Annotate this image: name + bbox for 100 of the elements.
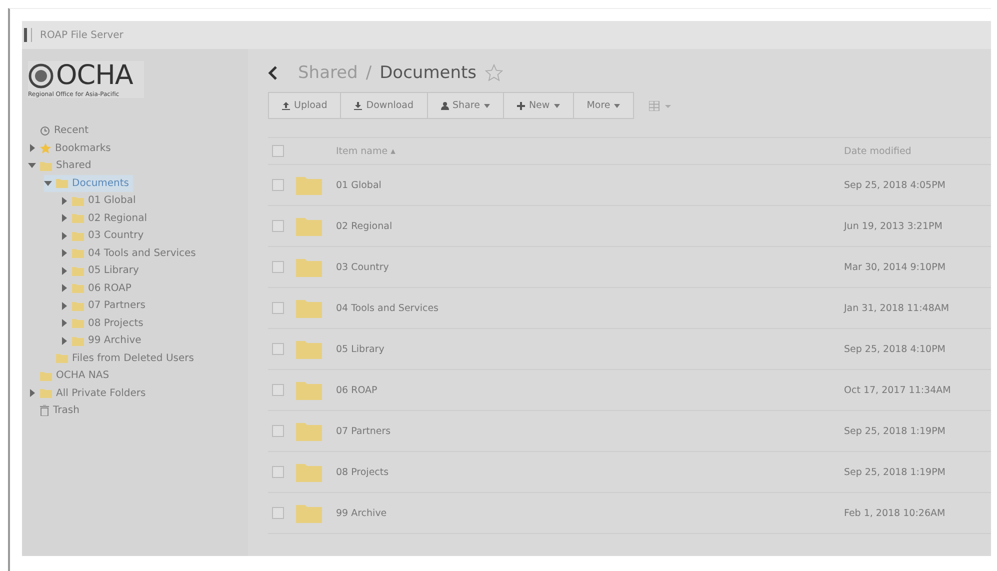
date-cell: Jun 19, 2013 3:21PM	[844, 220, 942, 232]
tree-item[interactable]: All Private Folders	[28, 384, 150, 402]
tree-item[interactable]: 04 Tools and Services	[60, 244, 200, 262]
collapsed-arrow-icon[interactable]	[62, 284, 66, 292]
collapsed-arrow-icon[interactable]	[62, 232, 66, 240]
file-name[interactable]: 08 Projects	[336, 466, 389, 478]
file-name[interactable]: 03 Country	[336, 262, 389, 272]
folder-icon	[296, 175, 322, 195]
tree-item[interactable]: 02 Regional	[60, 210, 152, 227]
folder-icon	[72, 230, 84, 241]
folder-icon	[72, 336, 84, 346]
file-name[interactable]: 07 Partners	[336, 426, 391, 436]
toolbar-button[interactable]: More	[572, 92, 634, 119]
file-name[interactable]: 05 Library	[336, 344, 384, 354]
caret-icon	[554, 104, 560, 108]
breadcrumb-link[interactable]: Shared	[298, 63, 358, 83]
expanded-arrow-icon[interactable]	[44, 180, 52, 186]
folder-icon	[40, 160, 52, 171]
checkbox[interactable]	[272, 466, 284, 478]
date-cell: Feb 1, 2018 10:26AM	[844, 508, 946, 518]
folder-icon	[296, 339, 322, 359]
folder-icon	[72, 283, 84, 294]
file-name[interactable]: 99 Archive	[336, 508, 387, 518]
checkbox[interactable]	[272, 343, 284, 355]
collapsed-arrow-icon[interactable]	[62, 319, 66, 328]
collapsed-arrow-icon[interactable]	[62, 196, 66, 205]
checkbox[interactable]	[272, 384, 284, 396]
file-name[interactable]: 04 Tools and Services	[336, 302, 438, 314]
folder-icon	[40, 388, 52, 398]
folder-icon	[296, 298, 322, 318]
caret-icon	[484, 104, 490, 108]
back-icon[interactable]	[268, 66, 278, 80]
collapsed-arrow-icon[interactable]	[62, 214, 66, 222]
date-cell: Sep 25, 2018 1:19PM	[844, 466, 946, 478]
trash-icon	[40, 405, 49, 416]
checkbox[interactable]	[272, 425, 284, 437]
tree-item[interactable]: Bookmarks	[28, 140, 115, 157]
toolbar-button[interactable]: Share	[426, 92, 504, 119]
caret-icon	[614, 104, 620, 108]
person-icon	[440, 102, 449, 110]
tree-item[interactable]: 06 ROAP	[60, 280, 136, 297]
folder-icon	[56, 353, 68, 364]
plus-icon	[516, 102, 525, 110]
tree-item[interactable]: Documents	[44, 174, 134, 192]
collapsed-arrow-icon[interactable]	[62, 249, 66, 258]
tree-item[interactable]: 07 Partners	[60, 297, 150, 314]
checkbox[interactable]	[272, 220, 284, 232]
folder-icon	[296, 216, 322, 236]
collapsed-arrow-icon[interactable]	[30, 389, 34, 398]
breadcrumb-separator: /	[366, 63, 372, 83]
tree-item[interactable]: 05 Library	[60, 262, 143, 280]
column-header[interactable]: Item name ▴	[336, 146, 396, 156]
column-header[interactable]: Date modified	[844, 146, 912, 156]
checkbox[interactable]	[272, 507, 284, 519]
folder-icon	[72, 248, 84, 258]
toolbar-button[interactable]: Upload	[268, 92, 342, 119]
file-name[interactable]: 01 Global	[336, 180, 382, 190]
breadcrumb-current: Documents	[380, 63, 477, 83]
window-edge-icon	[24, 28, 32, 42]
tree-item[interactable]: 08 Projects	[60, 314, 148, 332]
date-cell: Oct 17, 2017 11:34AM	[844, 384, 951, 396]
toolbar-button[interactable]: Download	[340, 92, 428, 119]
checkbox[interactable]	[272, 179, 284, 191]
upload-icon	[282, 102, 290, 110]
collapsed-arrow-icon[interactable]	[62, 336, 66, 345]
folder-icon	[296, 421, 322, 441]
date-cell: Jan 31, 2018 11:48AM	[844, 302, 950, 314]
expanded-arrow-icon[interactable]	[28, 163, 36, 168]
collapsed-arrow-icon[interactable]	[30, 144, 34, 152]
tree-item[interactable]: Files from Deleted Users	[44, 350, 198, 367]
date-cell: Sep 25, 2018 1:19PM	[844, 426, 946, 436]
window-title: ROAP File Server	[40, 30, 124, 40]
folder-icon	[72, 213, 84, 224]
folder-icon	[56, 178, 68, 188]
star-icon[interactable]	[484, 64, 503, 82]
file-name[interactable]: 02 Regional	[336, 220, 392, 232]
download-icon	[354, 102, 362, 110]
folder-icon	[72, 266, 84, 276]
tree-item[interactable]: 01 Global	[60, 192, 140, 210]
tree-item[interactable]: 03 Country	[60, 227, 148, 244]
tree-item[interactable]: Shared	[28, 157, 96, 174]
date-cell: Mar 30, 2014 9:10PM	[844, 262, 946, 272]
folder-icon	[72, 300, 84, 311]
tree-item[interactable]: Recent	[28, 122, 93, 140]
date-cell: Sep 25, 2018 4:10PM	[844, 344, 946, 354]
tree-item[interactable]: OCHA NAS	[28, 367, 114, 384]
star-icon	[40, 142, 51, 154]
tree-item[interactable]: 99 Archive	[60, 332, 146, 350]
checkbox[interactable]	[272, 145, 284, 157]
file-name[interactable]: 06 ROAP	[336, 384, 378, 396]
collapsed-arrow-icon[interactable]	[62, 302, 66, 310]
folder-icon	[296, 257, 322, 277]
toolbar-button[interactable]: New	[502, 92, 574, 119]
collapsed-arrow-icon[interactable]	[62, 266, 66, 275]
emblem-icon	[28, 63, 54, 89]
folder-icon	[40, 370, 52, 381]
checkbox[interactable]	[272, 302, 284, 314]
checkbox[interactable]	[272, 261, 284, 273]
tree-item[interactable]: Trash	[28, 402, 84, 420]
folder-icon	[72, 196, 84, 206]
